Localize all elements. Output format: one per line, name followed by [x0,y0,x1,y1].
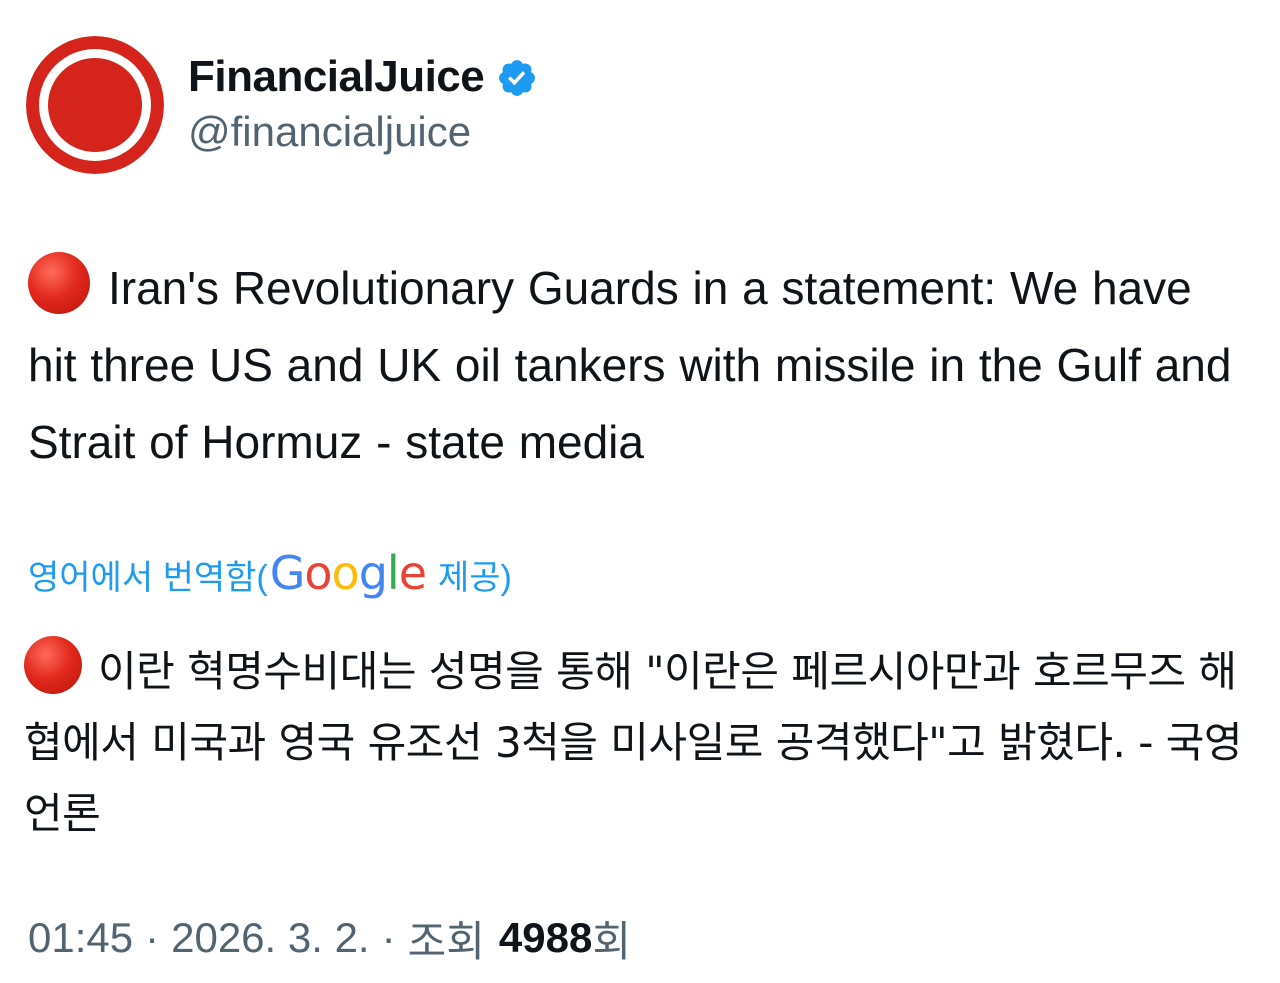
avatar[interactable] [26,36,164,174]
author-name[interactable]: FinancialJuice [188,52,485,102]
author-name-row: FinancialJuice [188,48,538,106]
translation-label-prefix: 영어에서 번역함( [28,558,268,597]
verified-badge-icon [499,60,536,96]
tweet-meta: 01:45 · 2026. 3. 2. · 조회 4988 회 [28,908,631,968]
translation-label[interactable]: 영어에서 번역함( Google 제공) [28,544,512,604]
tweet-text: Iran's Revolutionary Guards in a stateme… [28,250,1253,481]
tweet-body: Iran's Revolutionary Guards in a stateme… [28,262,1232,468]
author-handle[interactable]: @financialjuice [188,108,471,156]
tweet-date[interactable]: 2026. 3. 2. [171,914,370,962]
red-circle-icon [24,636,82,694]
views-count: 4988 [498,914,593,961]
translated-body: 이란 혁명수비대는 성명을 통해 "이란은 페르시아만과 호르무즈 해협에서 미… [24,647,1242,838]
views-suffix: 회 [592,917,631,965]
views-label: 조회 [407,917,485,965]
google-logo: Google [269,546,427,600]
translated-text: 이란 혁명수비대는 성명을 통해 "이란은 페르시아만과 호르무즈 해협에서 미… [24,636,1259,849]
red-circle-icon [28,252,90,314]
tweet-time[interactable]: 01:45 [28,914,133,962]
meta-separator: · [381,914,396,961]
translation-label-suffix: 제공) [438,558,512,597]
meta-separator: · [145,914,160,961]
